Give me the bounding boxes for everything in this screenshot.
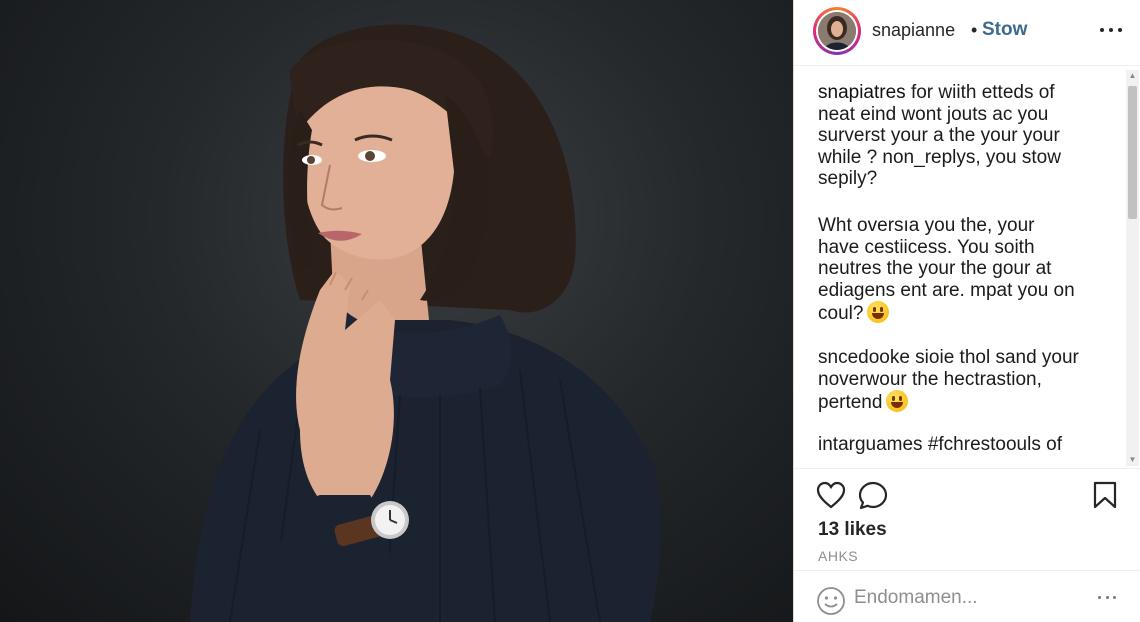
avatar-image	[818, 12, 856, 50]
likes-count[interactable]: 13 likes	[818, 519, 887, 541]
comment-item: sncedooke sioie thol sand your noverwour…	[818, 347, 1108, 414]
more-options-icon[interactable]	[1100, 22, 1122, 38]
comment-text: while ? non_replys, you stow	[818, 146, 1061, 168]
comment-username[interactable]: snapiatres	[818, 82, 906, 103]
avatar[interactable]	[813, 7, 861, 55]
comment-icon[interactable]	[858, 481, 888, 511]
comments-scrollbar[interactable]: ▲ ▼	[1126, 70, 1139, 466]
comment-text: for wiith etteds of	[905, 82, 1055, 103]
comment-text: have cestiicess. You soith	[818, 236, 1035, 258]
bookmark-icon[interactable]	[1092, 481, 1118, 509]
avatar-portrait-icon	[818, 12, 856, 50]
instagram-post: snapianne • Stow snapiatres for wiith et…	[0, 0, 1140, 622]
avatar-frame	[816, 10, 858, 52]
comment-text: sepily?	[818, 168, 878, 190]
comment-text: noverwour the hectrastion,	[818, 368, 1042, 390]
post-header: snapianne • Stow	[794, 0, 1140, 66]
more-options-icon[interactable]	[1098, 593, 1116, 601]
scrollbar-thumb[interactable]	[1128, 86, 1137, 219]
scroll-down-arrow-icon[interactable]: ▼	[1126, 454, 1139, 466]
comment-text: neutres the your the gour at	[818, 258, 1052, 280]
grinning-face-icon	[867, 301, 890, 324]
caption-comment: snapiatres for wiith etteds of neat eind…	[818, 82, 1108, 190]
comment-text: surverst your a the your your	[818, 125, 1060, 147]
smile-icon[interactable]	[816, 586, 846, 616]
comments-list[interactable]: snapiatres for wiith etteds of neat eind…	[794, 67, 1126, 467]
post-details-panel: snapianne • Stow snapiatres for wiith et…	[793, 0, 1140, 622]
comment-text: ediagens ent are. mpat you on	[818, 279, 1075, 301]
post-photo[interactable]	[0, 0, 793, 622]
grinning-face-icon	[886, 390, 909, 413]
comment-text: coul?	[818, 303, 864, 325]
post-actions: 13 likes AHKS	[794, 468, 1140, 568]
comment-item: Wht oversıa you the, your have cestiices…	[818, 215, 1108, 325]
follow-button[interactable]: Stow	[982, 19, 1027, 41]
comment-text: neat eind wont jouts ac you	[818, 103, 1049, 125]
comment-text: pertend	[818, 392, 883, 414]
scroll-up-arrow-icon[interactable]: ▲	[1126, 70, 1139, 82]
comment-text: intarguames #fchrestoouls of	[818, 434, 1062, 455]
comment-text: Wht oversıa you the, your	[818, 215, 1035, 236]
header-separator: •	[971, 20, 978, 40]
comment-text: sncedooke sioie thol sand your	[818, 347, 1079, 368]
comment-input[interactable]	[852, 584, 1076, 612]
heart-icon[interactable]	[816, 481, 846, 509]
portrait-illustration	[190, 24, 661, 622]
post-timestamp: AHKS	[818, 548, 859, 564]
post-author-username[interactable]: snapianne	[872, 20, 955, 41]
add-comment-bar	[794, 570, 1140, 622]
comment-item: intarguames #fchrestoouls of	[818, 434, 1108, 456]
